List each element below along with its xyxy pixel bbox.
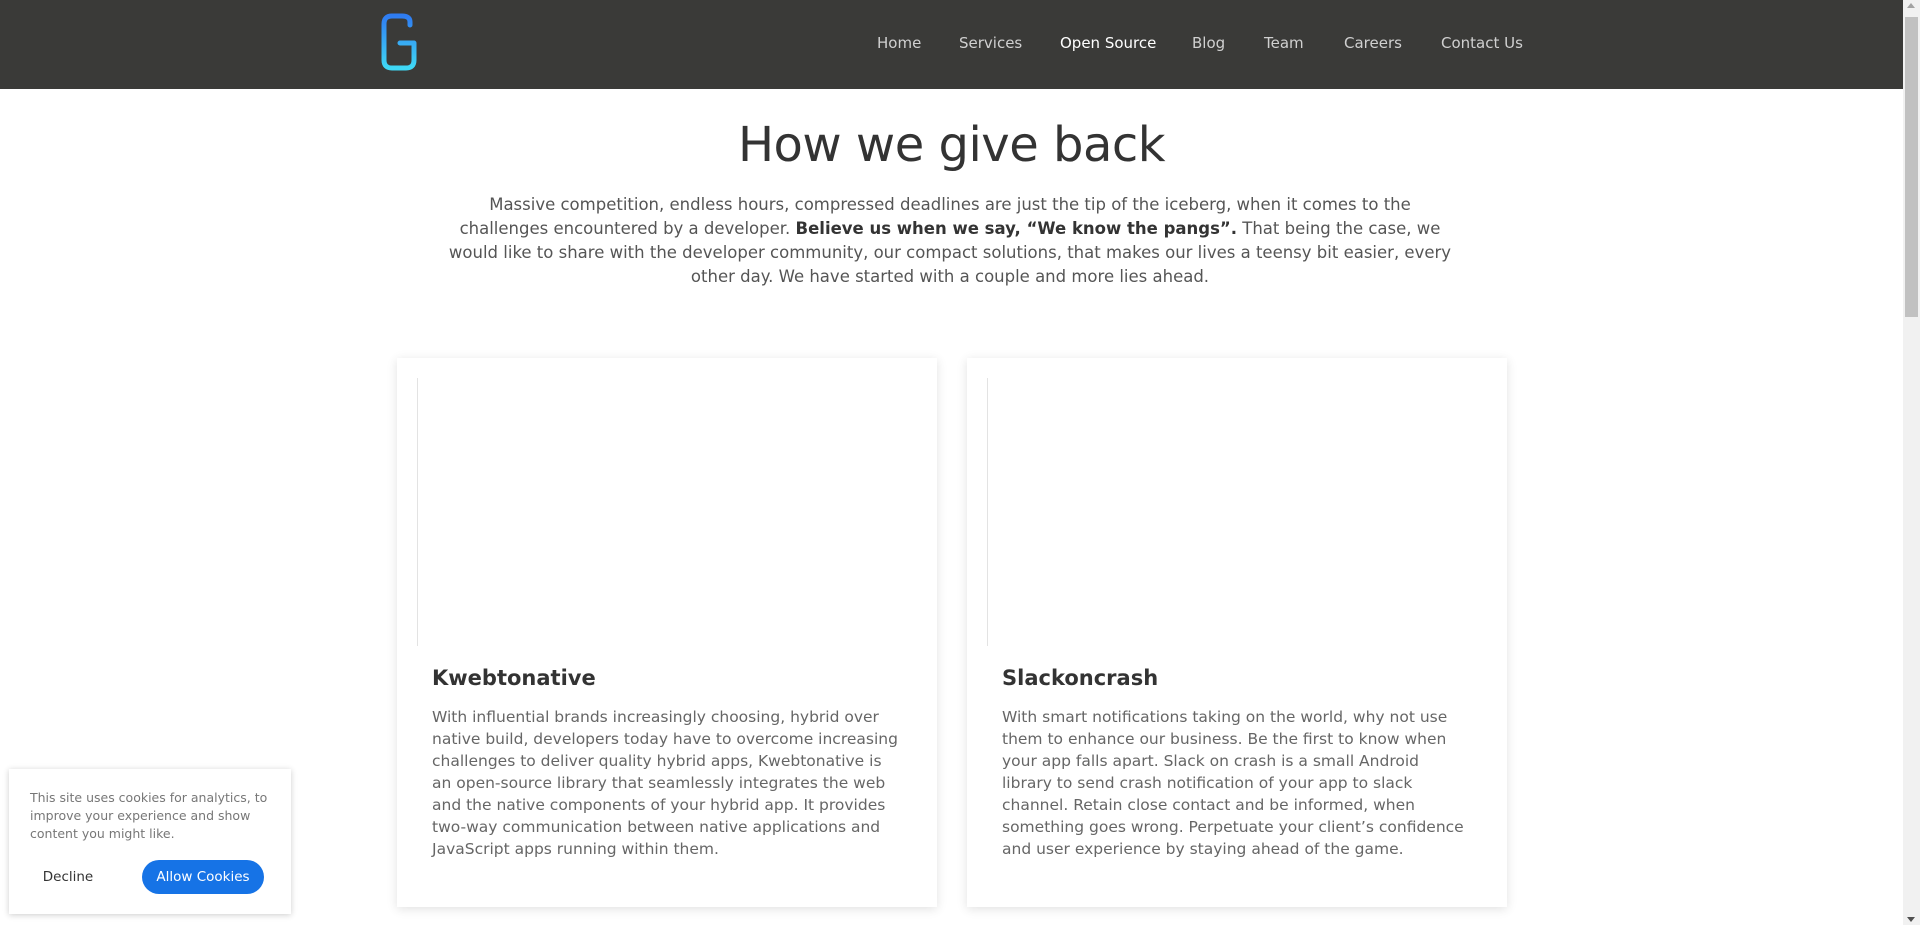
- project-image-placeholder: [987, 378, 1487, 646]
- main-nav: Home Services Open Source Blog Team Care…: [0, 34, 1903, 56]
- page-scrollbar[interactable]: [1903, 0, 1920, 925]
- intro-paragraph: Massive competition, endless hours, comp…: [445, 193, 1455, 289]
- allow-cookies-button[interactable]: Allow Cookies: [142, 860, 264, 894]
- project-image-placeholder: [417, 378, 917, 646]
- nav-open-source[interactable]: Open Source: [1060, 34, 1156, 52]
- page-title: How we give back: [737, 117, 1166, 173]
- top-navbar: Home Services Open Source Blog Team Care…: [0, 0, 1903, 89]
- project-card-kwebtonative: Kwebtonative With influential brands inc…: [397, 358, 937, 907]
- nav-services[interactable]: Services: [959, 34, 1022, 52]
- nav-careers[interactable]: Careers: [1344, 34, 1402, 52]
- intro-bold-text: Believe us when we say, “We know the pan…: [795, 219, 1238, 238]
- scroll-up-arrow-icon[interactable]: [1907, 3, 1915, 8]
- nav-team[interactable]: Team: [1264, 34, 1304, 52]
- nav-home[interactable]: Home: [877, 34, 921, 52]
- project-description: With influential brands increasingly cho…: [432, 708, 898, 858]
- cookie-banner: This site uses cookies for analytics, to…: [9, 769, 291, 914]
- project-card-slackoncrash: Slackoncrash With smart notifications ta…: [967, 358, 1507, 907]
- scroll-down-arrow-icon[interactable]: [1907, 917, 1915, 922]
- nav-contact-us[interactable]: Contact Us: [1441, 34, 1523, 52]
- nav-blog[interactable]: Blog: [1192, 34, 1225, 52]
- decline-cookies-button[interactable]: Decline: [31, 860, 105, 894]
- cookie-message: This site uses cookies for analytics, to…: [30, 790, 268, 841]
- project-title: Kwebtonative: [432, 666, 596, 690]
- scrollbar-thumb[interactable]: [1905, 17, 1918, 317]
- project-title: Slackoncrash: [1002, 666, 1159, 690]
- project-description: With smart notifications taking on the w…: [1002, 708, 1464, 858]
